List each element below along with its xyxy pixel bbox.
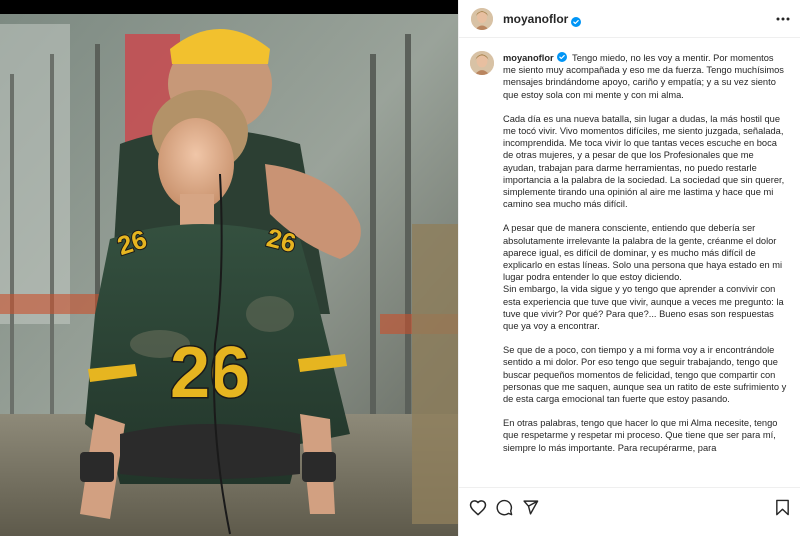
caption-avatar[interactable] [470,51,494,75]
post-photo[interactable]: 26 26 26 [0,14,458,536]
caption-area: moyanoflor Tengo miedo, no les voy a men… [459,38,800,488]
caption-username-link[interactable]: moyanoflor [503,53,554,63]
caption-paragraph-5: En otras palabras, tengo que hacer lo qu… [503,418,778,453]
comment-button[interactable] [493,496,515,518]
verified-badge-icon [556,52,567,62]
username-link[interactable]: moyanoflor [503,12,568,26]
avatar[interactable] [471,7,493,30]
post-header: moyanoflor [459,0,800,38]
like-button[interactable] [467,496,489,518]
bookmark-icon [775,499,789,515]
post-actions [459,488,800,536]
comment-icon [496,499,512,515]
wristband-right [302,452,336,482]
caption-text: moyanoflor Tengo miedo, no les voy a men… [503,52,789,466]
save-button[interactable] [771,496,793,518]
caption-paragraph-3: A pesar que de manera consciente, entien… [503,223,784,332]
post-photo-illustration: 26 26 26 [0,14,458,536]
post-side-panel: moyanoflor moyanoflor Tengo miedo, no le… [458,0,800,536]
heart-icon [469,499,487,516]
more-options-button[interactable] [773,9,793,29]
more-horizontal-icon [776,17,790,21]
caption-paragraph-1: moyanoflor Tengo miedo, no les voy a men… [503,52,789,101]
verified-badge-icon [571,14,582,27]
jersey-number: 26 [170,333,250,413]
caption-paragraph-4: Se que de a poco, con tiempo y a mi form… [503,345,787,405]
photo-top-bar [0,0,458,14]
send-icon [522,499,538,515]
caption-paragraph-2: Cada día es una nueva batalla, sin lugar… [503,113,785,210]
wristband-left [80,452,114,482]
share-button[interactable] [519,496,541,518]
